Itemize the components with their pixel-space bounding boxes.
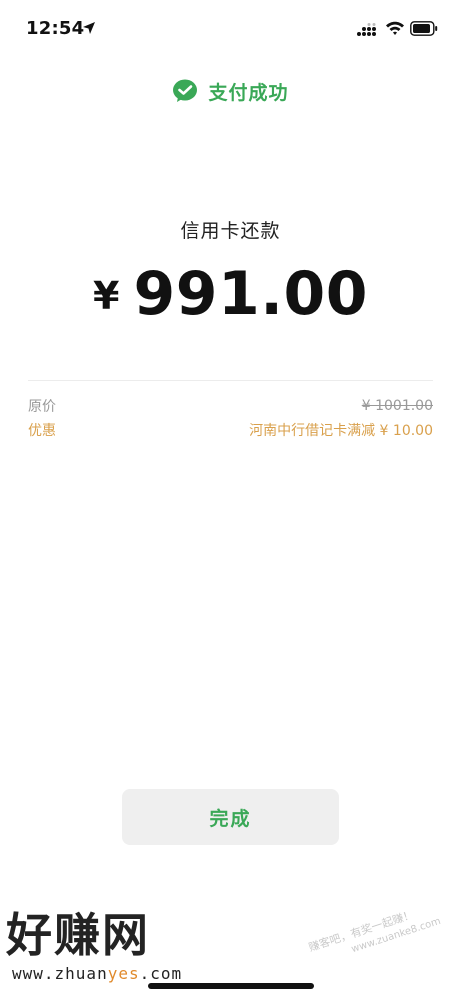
signal-icon: [357, 23, 376, 36]
currency-symbol: ¥: [93, 274, 120, 318]
original-price-value: ¥ 1001.00: [361, 398, 433, 414]
payment-success-header: 支付成功: [0, 76, 461, 106]
wifi-icon: [386, 21, 404, 35]
payment-success-text: 支付成功: [208, 81, 289, 104]
done-button[interactable]: 完成: [122, 789, 339, 845]
watermark-logo-text: 好赚网: [6, 908, 150, 962]
payment-title: 信用卡还款: [180, 220, 281, 242]
watermark-url-highlight: yes: [107, 964, 140, 983]
watermark-url-prefix: www.zhuan: [12, 964, 108, 983]
discount-row: 优惠 河南中行借记卡满减 ¥ 10.00: [28, 419, 433, 441]
original-price-row: 原价 ¥ 1001.00: [28, 395, 433, 417]
discount-label: 优惠: [28, 423, 56, 439]
watermark-url: www.zhuanyes.com: [12, 964, 182, 983]
location-arrow-icon: [83, 22, 95, 34]
home-indicator[interactable]: [148, 983, 314, 989]
original-price-label: 原价: [28, 399, 56, 415]
battery-icon: [410, 21, 438, 36]
discount-value: 河南中行借记卡满减 ¥ 10.00: [249, 423, 433, 439]
wechat-pay-icon: [173, 79, 198, 102]
divider: [28, 380, 433, 381]
status-time: 12:54: [26, 18, 85, 39]
watermark-url-suffix: .com: [139, 964, 183, 983]
watermark-seal: 赚客吧，有奖一起赚！ www.zuanke8.com: [301, 877, 461, 990]
payment-amount: 991.00: [133, 259, 368, 329]
payment-amount-row: ¥ 991.00: [0, 258, 461, 330]
status-bar: 12:54: [0, 0, 461, 58]
